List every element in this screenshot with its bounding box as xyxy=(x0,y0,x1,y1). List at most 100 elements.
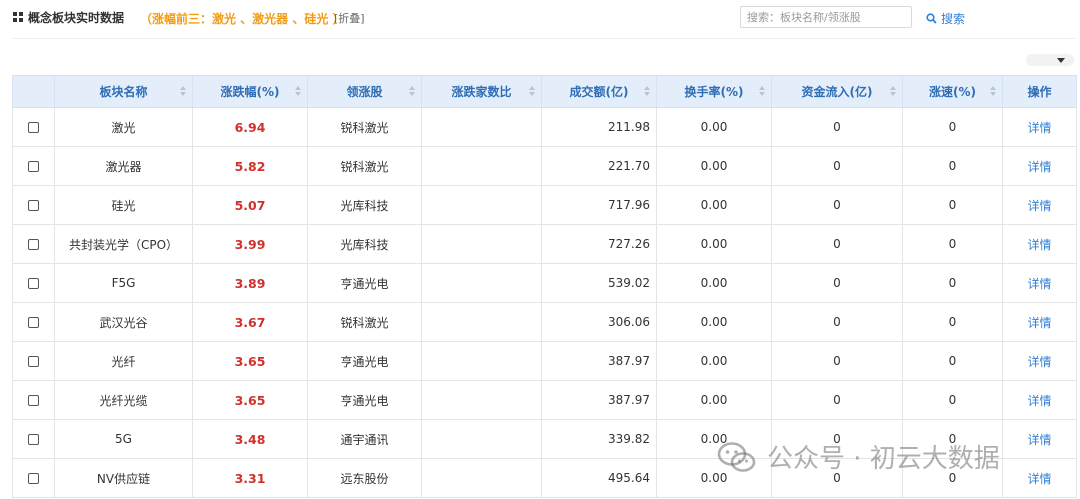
column-settings-dropdown[interactable] xyxy=(1026,54,1074,66)
fund-inflow: 0 xyxy=(771,341,903,381)
column-header-change[interactable]: 涨跌幅(%) xyxy=(192,75,308,108)
leading-stock: 锐科激光 xyxy=(307,146,422,186)
trade-amount: 211.98 xyxy=(541,107,657,147)
rise-fall-ratio xyxy=(421,224,542,264)
column-header-action: 操作 xyxy=(1002,75,1077,108)
column-header-speed[interactable]: 涨速(%) xyxy=(902,75,1003,108)
sort-icon[interactable] xyxy=(644,86,650,97)
rise-fall-ratio xyxy=(421,419,542,459)
trade-amount: 717.96 xyxy=(541,185,657,225)
fund-inflow: 0 xyxy=(771,107,903,147)
detail-link[interactable]: 详情 xyxy=(1027,472,1051,486)
page-header: 概念板块实时数据 （涨幅前三：激光 、激光器 、硅光 ） [折叠] 搜索 xyxy=(12,0,1076,39)
search-button[interactable]: 搜索 xyxy=(926,9,965,27)
sort-icon[interactable] xyxy=(759,86,765,97)
row-checkbox[interactable] xyxy=(28,278,39,289)
rise-fall-ratio xyxy=(421,107,542,147)
detail-link[interactable]: 详情 xyxy=(1027,199,1051,213)
sector-name: F5G xyxy=(54,263,193,303)
column-header-turnover[interactable]: 换手率(%) xyxy=(656,75,772,108)
detail-link[interactable]: 详情 xyxy=(1027,433,1051,447)
turnover-rate: 0.00 xyxy=(656,185,772,225)
trade-amount: 727.26 xyxy=(541,224,657,264)
page-title: 概念板块实时数据 xyxy=(28,11,125,25)
trade-amount: 539.02 xyxy=(541,263,657,303)
row-checkbox[interactable] xyxy=(28,395,39,406)
rise-fall-ratio xyxy=(421,380,542,420)
detail-link[interactable]: 详情 xyxy=(1027,355,1051,369)
fold-toggle[interactable]: [折叠] xyxy=(334,10,365,26)
rise-fall-ratio xyxy=(421,302,542,342)
change-percent: 5.07 xyxy=(192,185,308,225)
detail-link[interactable]: 详情 xyxy=(1027,394,1051,408)
table-row: 光纤光缆 3.65 亨通光电 387.97 0.00 0 0 详情 xyxy=(12,380,1077,420)
row-checkbox[interactable] xyxy=(28,200,39,211)
change-percent: 3.99 xyxy=(192,224,308,264)
column-header-name[interactable]: 板块名称 xyxy=(54,75,193,108)
row-checkbox-cell xyxy=(12,380,55,420)
column-header-inflow[interactable]: 资金流入(亿) xyxy=(771,75,903,108)
turnover-rate: 0.00 xyxy=(656,146,772,186)
trade-amount: 387.97 xyxy=(541,341,657,381)
rise-speed: 0 xyxy=(902,419,1003,459)
row-checkbox[interactable] xyxy=(28,317,39,328)
leading-stock: 锐科激光 xyxy=(307,107,422,147)
column-header-leader[interactable]: 领涨股 xyxy=(307,75,422,108)
trade-amount: 306.06 xyxy=(541,302,657,342)
column-header-ratio[interactable]: 涨跌家数比 xyxy=(421,75,542,108)
leading-stock: 远东股份 xyxy=(307,458,422,498)
header-checkbox-cell xyxy=(12,75,55,108)
turnover-rate: 0.00 xyxy=(656,263,772,303)
table-header-row: 板块名称 涨跌幅(%) 领涨股 涨跌家数比 成交额(亿) 换手率(%) 资金流入… xyxy=(12,75,1077,108)
row-checkbox[interactable] xyxy=(28,356,39,367)
row-checkbox[interactable] xyxy=(28,434,39,445)
search-button-label: 搜索 xyxy=(941,11,966,26)
action-cell: 详情 xyxy=(1002,146,1077,186)
action-cell: 详情 xyxy=(1002,263,1077,303)
detail-link[interactable]: 详情 xyxy=(1027,316,1051,330)
fund-inflow: 0 xyxy=(771,302,903,342)
table-body: 激光 6.94 锐科激光 211.98 0.00 0 0 详情 激光器 5.82 锐科激光 221.… xyxy=(12,107,1077,498)
search-icon xyxy=(926,12,937,24)
sort-icon[interactable] xyxy=(180,86,186,97)
turnover-rate: 0.00 xyxy=(656,380,772,420)
rise-speed: 0 xyxy=(902,263,1003,303)
row-checkbox[interactable] xyxy=(28,161,39,172)
sort-icon[interactable] xyxy=(529,86,535,97)
rise-speed: 0 xyxy=(902,458,1003,498)
detail-link[interactable]: 详情 xyxy=(1027,277,1051,291)
leading-stock: 光库科技 xyxy=(307,185,422,225)
turnover-rate: 0.00 xyxy=(656,302,772,342)
change-percent: 5.82 xyxy=(192,146,308,186)
sector-name: 光纤光缆 xyxy=(54,380,193,420)
grid-icon xyxy=(13,12,24,23)
row-checkbox-cell xyxy=(12,263,55,303)
row-checkbox[interactable] xyxy=(28,473,39,484)
row-checkbox-cell xyxy=(12,146,55,186)
sort-icon[interactable] xyxy=(890,86,896,97)
leading-stock: 光库科技 xyxy=(307,224,422,264)
sort-icon[interactable] xyxy=(409,86,415,97)
turnover-rate: 0.00 xyxy=(656,107,772,147)
fund-inflow: 0 xyxy=(771,263,903,303)
sort-icon[interactable] xyxy=(990,86,996,97)
row-checkbox-cell xyxy=(12,185,55,225)
sort-icon[interactable] xyxy=(295,86,301,97)
detail-link[interactable]: 详情 xyxy=(1027,238,1051,252)
column-header-amount[interactable]: 成交额(亿) xyxy=(541,75,657,108)
rise-speed: 0 xyxy=(902,224,1003,264)
leading-stock: 通宇通讯 xyxy=(307,419,422,459)
row-checkbox[interactable] xyxy=(28,122,39,133)
detail-link[interactable]: 详情 xyxy=(1027,160,1051,174)
action-cell: 详情 xyxy=(1002,380,1077,420)
top-three-summary: （涨幅前三：激光 、激光器 、硅光 ） xyxy=(140,12,345,26)
rise-speed: 0 xyxy=(902,107,1003,147)
fund-inflow: 0 xyxy=(771,458,903,498)
rise-fall-ratio xyxy=(421,185,542,225)
sector-name: NV供应链 xyxy=(54,458,193,498)
sector-name: 5G xyxy=(54,419,193,459)
search-input[interactable] xyxy=(740,6,912,28)
change-percent: 3.31 xyxy=(192,458,308,498)
detail-link[interactable]: 详情 xyxy=(1027,121,1051,135)
row-checkbox[interactable] xyxy=(28,239,39,250)
